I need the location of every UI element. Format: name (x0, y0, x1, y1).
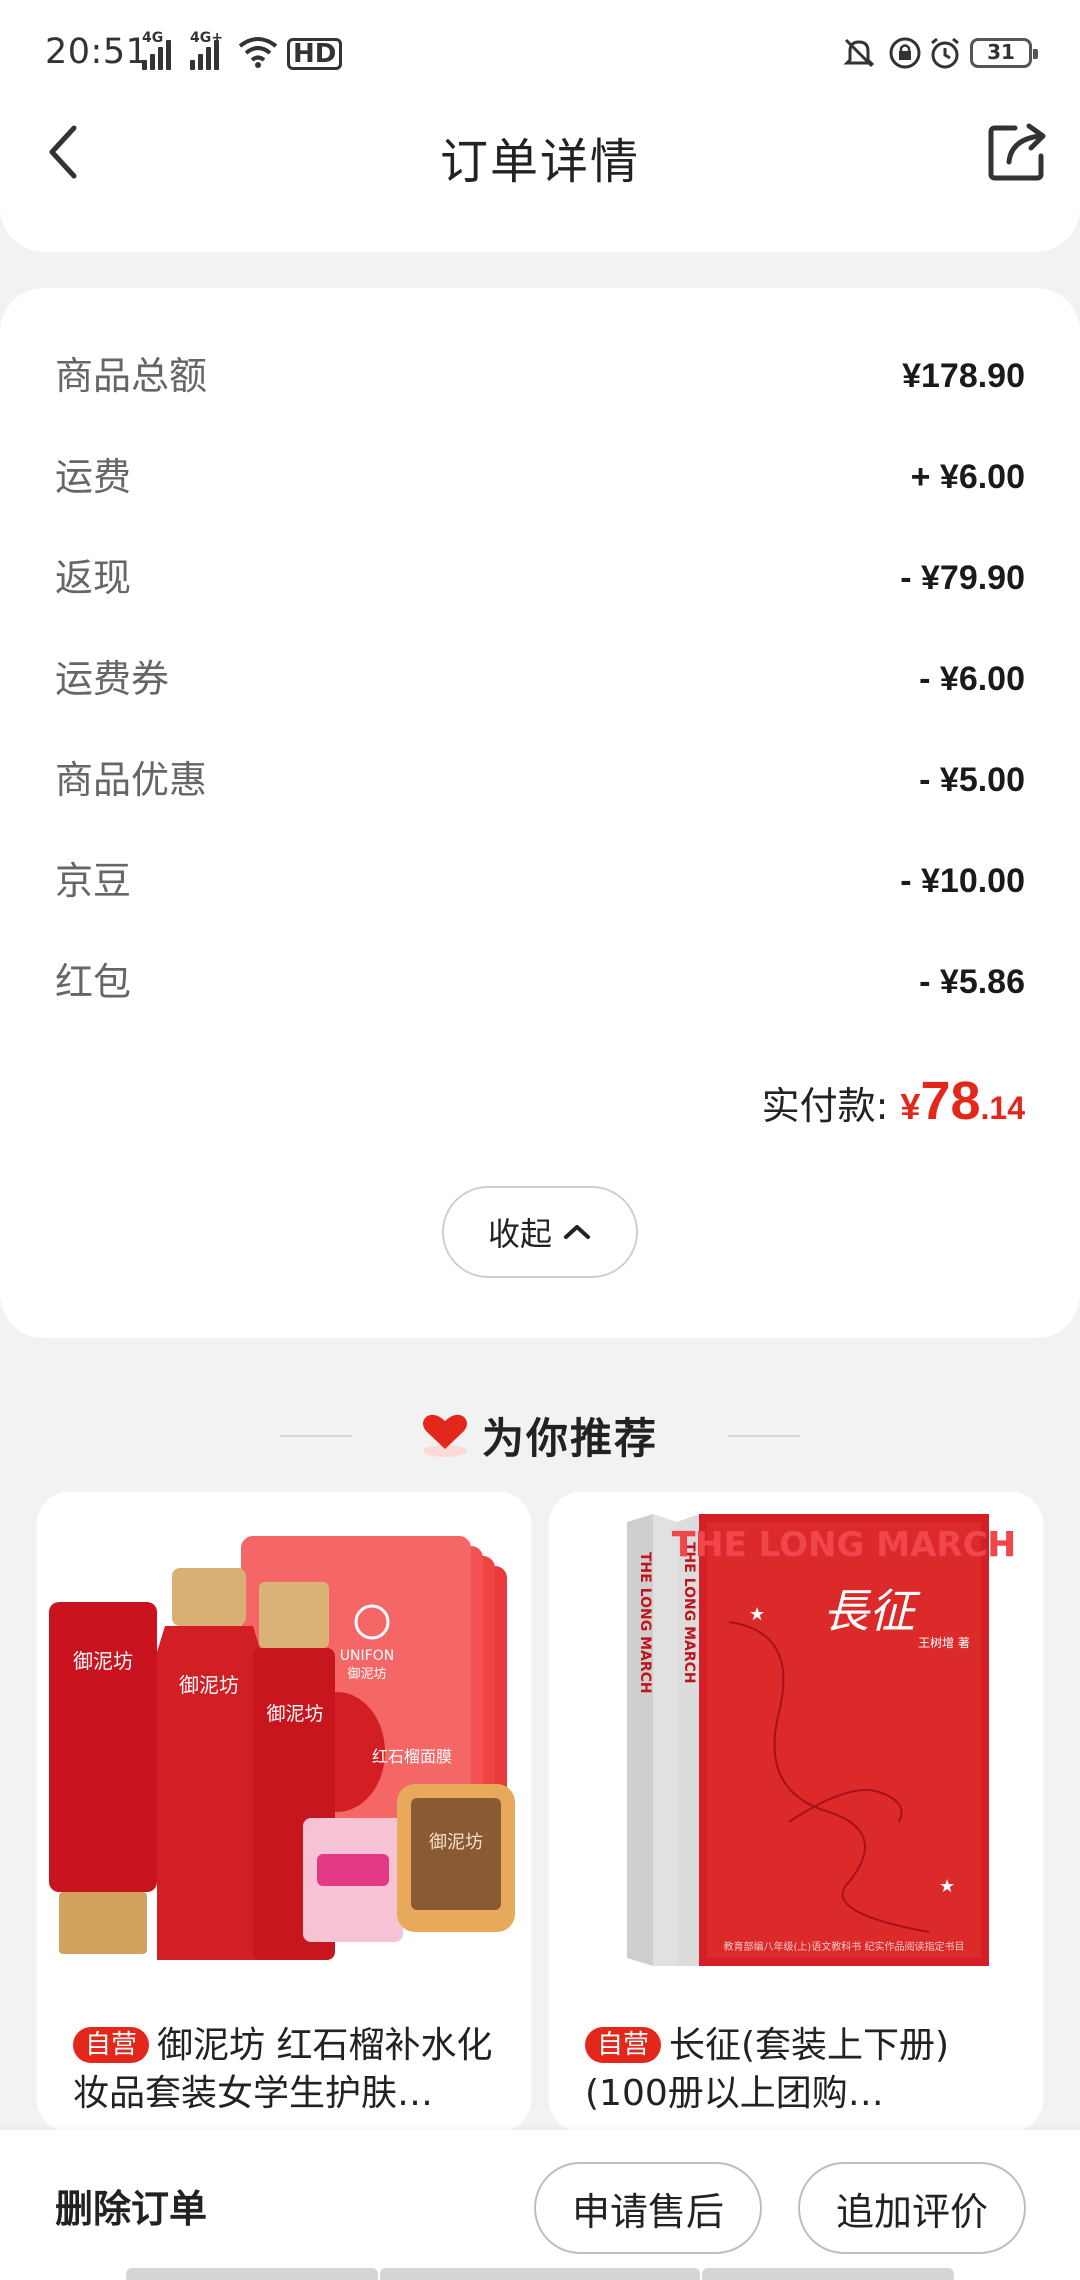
mask-sub-text: 御泥坊 (347, 1667, 386, 1682)
nav-gesture-segment (126, 2268, 378, 2280)
self-operated-badge: 自营 (73, 2027, 150, 2063)
mute-bell-icon (843, 38, 875, 68)
price-row-value: - ¥5.86 (919, 963, 1025, 1001)
paid-integer: 78 (920, 1071, 981, 1131)
heart-icon (423, 1414, 467, 1457)
recommend-title: 为你推荐 (482, 1414, 659, 1463)
price-row-value: + ¥6.00 (910, 458, 1025, 496)
paid-currency: ¥ (900, 1086, 921, 1127)
price-row-label: 运费 (55, 455, 132, 499)
add-review-button[interactable]: 追加评价 (798, 2162, 1026, 2254)
recommend-header: 为你推荐 (0, 1395, 1080, 1475)
hd-voice-icon: HD (287, 38, 343, 70)
self-operated-badge: 自营 (585, 2027, 662, 2063)
cover-bottom-text: 教育部编八年级(上)语文教科书 纪实作品阅读指定书目 (724, 1940, 965, 1953)
divider-left (280, 1435, 352, 1437)
price-row-label: 商品总额 (55, 354, 208, 398)
price-row-label: 京豆 (55, 859, 132, 903)
lock-rotation-icon (889, 37, 921, 69)
cover-title-cn: 長征 (823, 1584, 921, 1638)
nav-gesture-segment (380, 2268, 700, 2280)
alarm-icon (931, 37, 959, 69)
tube-brand-text: 御泥坊 (73, 1649, 133, 1673)
price-row: 返现 - ¥79.90 (55, 548, 1025, 608)
bottom-action-bar: 删除订单 申请售后 追加评价 (0, 2130, 1080, 2280)
price-row-label: 红包 (55, 960, 132, 1004)
price-row-value: - ¥6.00 (919, 660, 1025, 698)
spine-text: THE LONG MARCH (637, 1552, 653, 1694)
price-row: 红包 - ¥5.86 (55, 952, 1025, 1012)
product-card[interactable]: THE LONG MARCH THE LONG MARCH THE LONG M… (549, 1492, 1043, 2132)
network-type-label: 4G (142, 30, 164, 46)
bottle-brand-text: 御泥坊 (179, 1673, 239, 1697)
status-bar: 20:51 4G 4G+ HD 31 (0, 0, 1080, 110)
battery-icon: 31 (970, 38, 1038, 68)
page-title: 订单详情 (439, 134, 640, 190)
mask-brand-text: UNIFON (340, 1648, 394, 1664)
collapse-label: 收起 (487, 1215, 552, 1253)
mask-line-text: 红石榴面膜 (372, 1747, 452, 1766)
star-glyph: ★ (939, 1876, 955, 1897)
star-glyph: ★ (749, 1604, 765, 1625)
delete-order-button[interactable]: 删除订单 (55, 2178, 207, 2233)
price-row-value: ¥178.90 (902, 357, 1025, 395)
divider-right (728, 1435, 800, 1437)
price-breakdown-card: 商品总额 ¥178.90 运费 + ¥6.00 返现 - ¥79.90 运费券 … (0, 288, 1080, 1338)
wifi-icon (238, 37, 278, 68)
price-row-label: 运费券 (55, 657, 170, 701)
network-type-2-label: 4G+ (190, 30, 223, 46)
product-title: 自营 长征(套装上下册)(100册以上团购… (585, 2022, 1025, 2118)
product-image: UNIFON 御泥坊 红石榴面膜 御泥坊 御泥坊 御泥坊 御泥坊 (37, 1492, 531, 1992)
cover-title-en: THE LONG MARCH (672, 1525, 1016, 1565)
cell-signal-icon: 4G (142, 30, 174, 70)
soap-brand-text: 御泥坊 (429, 1832, 483, 1853)
paid-label: 实付款: (761, 1084, 889, 1128)
bottle2-brand-text: 御泥坊 (266, 1703, 323, 1725)
price-row: 运费 + ¥6.00 (55, 447, 1025, 507)
status-time: 20:51 (45, 32, 149, 72)
header-area: 20:51 4G 4G+ HD 31 订单详情 (0, 0, 1080, 252)
price-row-label: 返现 (55, 556, 132, 600)
nav-gesture-segment (702, 2268, 954, 2280)
price-row-label: 商品优惠 (55, 758, 208, 802)
collapse-button[interactable]: 收起 (442, 1186, 638, 1278)
price-row: 运费券 - ¥6.00 (55, 649, 1025, 709)
cell-signal-2-icon: 4G+ (190, 30, 223, 70)
price-row: 京豆 - ¥10.00 (55, 851, 1025, 911)
product-card[interactable]: UNIFON 御泥坊 红石榴面膜 御泥坊 御泥坊 御泥坊 御泥坊 自营 御泥坊 红… (37, 1492, 531, 2132)
price-row-value: - ¥10.00 (900, 862, 1025, 900)
paid-amount: 实付款: ¥ 78 .14 (762, 1070, 1025, 1132)
product-image: THE LONG MARCH THE LONG MARCH THE LONG M… (549, 1492, 1043, 1992)
after-sale-button[interactable]: 申请售后 (534, 2162, 762, 2254)
chevron-up-icon (564, 1225, 590, 1239)
price-row-value: - ¥79.90 (900, 559, 1025, 597)
price-row-value: - ¥5.00 (919, 761, 1025, 799)
share-icon[interactable] (985, 118, 1051, 184)
product-title: 自营 御泥坊 红石榴补水化妆品套装女学生护肤… (73, 2022, 513, 2118)
paid-decimal: .14 (980, 1090, 1025, 1126)
price-row: 商品优惠 - ¥5.00 (55, 750, 1025, 810)
cover-author: 王树增 著 (918, 1635, 970, 1650)
price-row: 商品总额 ¥178.90 (55, 346, 1025, 406)
